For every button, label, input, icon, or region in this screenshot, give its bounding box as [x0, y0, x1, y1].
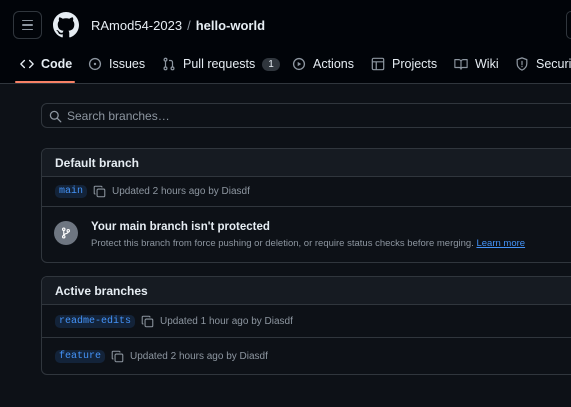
shield-icon — [516, 57, 528, 71]
app-header: RAmod54-2023 / hello-world Code Issues Pul… — [0, 0, 571, 84]
branch-updated-text: Updated 2 hours ago by Diasdf — [130, 350, 268, 362]
section-title: Default branch — [42, 149, 571, 177]
copy-icon[interactable] — [111, 350, 124, 363]
tab-wiki[interactable]: Wiki — [454, 50, 499, 78]
github-logo-icon[interactable] — [53, 12, 79, 38]
code-icon — [20, 59, 34, 69]
learn-more-link[interactable]: Learn more — [476, 238, 525, 249]
tab-label: Projects — [392, 57, 438, 71]
tab-projects[interactable]: Projects — [371, 50, 437, 78]
tab-label: Issues — [109, 57, 146, 71]
branch-protection-notice: Your main branch isn't protected Protect… — [42, 207, 571, 262]
tab-label: Wiki — [475, 57, 499, 71]
branch-name-link[interactable]: feature — [55, 349, 106, 363]
tab-actions[interactable]: Actions — [292, 50, 354, 78]
repo-owner-link[interactable]: RAmod54-2023 — [91, 18, 182, 33]
tab-label: Code — [41, 57, 73, 71]
tab-label: Security — [536, 57, 571, 71]
breadcrumb: RAmod54-2023 / hello-world — [91, 18, 265, 33]
tab-label: Pull requests — [183, 57, 256, 71]
protection-title: Your main branch isn't protected — [91, 221, 270, 233]
header-action-button[interactable] — [566, 11, 571, 39]
branch-row: readme-edits Updated 1 hour ago by Diasd… — [42, 305, 571, 338]
branch-search[interactable] — [41, 103, 571, 128]
branch-name-link[interactable]: readme-edits — [55, 314, 136, 328]
branch-icon-circle — [54, 221, 78, 245]
breadcrumb-separator: / — [187, 18, 191, 33]
branch-row: main Updated 2 hours ago by Diasdf — [42, 177, 571, 207]
repo-name-link[interactable]: hello-world — [196, 18, 265, 33]
copy-icon[interactable] — [141, 315, 154, 328]
issue-opened-icon — [88, 57, 102, 71]
menu-button[interactable] — [13, 11, 42, 39]
play-icon — [292, 57, 306, 71]
section-title: Active branches — [42, 277, 571, 305]
table-icon — [371, 57, 385, 71]
tab-security[interactable]: Security — [515, 50, 571, 78]
protection-description: Protect this branch from force pushing o… — [91, 238, 525, 249]
active-tab-indicator — [15, 81, 75, 83]
git-branch-icon — [61, 227, 71, 239]
default-branch-box: Default branch main Updated 2 hours ago … — [41, 148, 571, 263]
active-branches-box: Active branches readme-edits Updated 1 h… — [41, 276, 571, 375]
branch-updated-text: Updated 1 hour ago by Diasdf — [160, 315, 293, 327]
git-pull-request-icon — [163, 57, 175, 71]
hamburger-line — [22, 19, 33, 22]
tab-label: Actions — [313, 57, 354, 71]
tab-pull-requests[interactable]: Pull requests 1 — [162, 50, 280, 78]
tab-code[interactable]: Code — [20, 50, 72, 78]
branch-row: feature Updated 2 hours ago by Diasdf — [42, 338, 571, 374]
branch-updated-text: Updated 2 hours ago by Diasdf — [112, 186, 250, 197]
hamburger-line — [22, 24, 33, 26]
search-icon — [49, 110, 62, 123]
pull-request-count-badge: 1 — [262, 57, 280, 71]
tab-issues[interactable]: Issues — [88, 50, 145, 78]
repo-nav: Code Issues Pull requests 1 Actions Proj… — [0, 50, 571, 83]
hamburger-line — [22, 28, 33, 31]
copy-icon[interactable] — [93, 185, 106, 198]
protection-description-text: Protect this branch from force pushing o… — [91, 238, 474, 249]
branch-name-link[interactable]: main — [55, 185, 88, 198]
search-input[interactable] — [67, 106, 547, 125]
book-icon — [454, 59, 468, 70]
